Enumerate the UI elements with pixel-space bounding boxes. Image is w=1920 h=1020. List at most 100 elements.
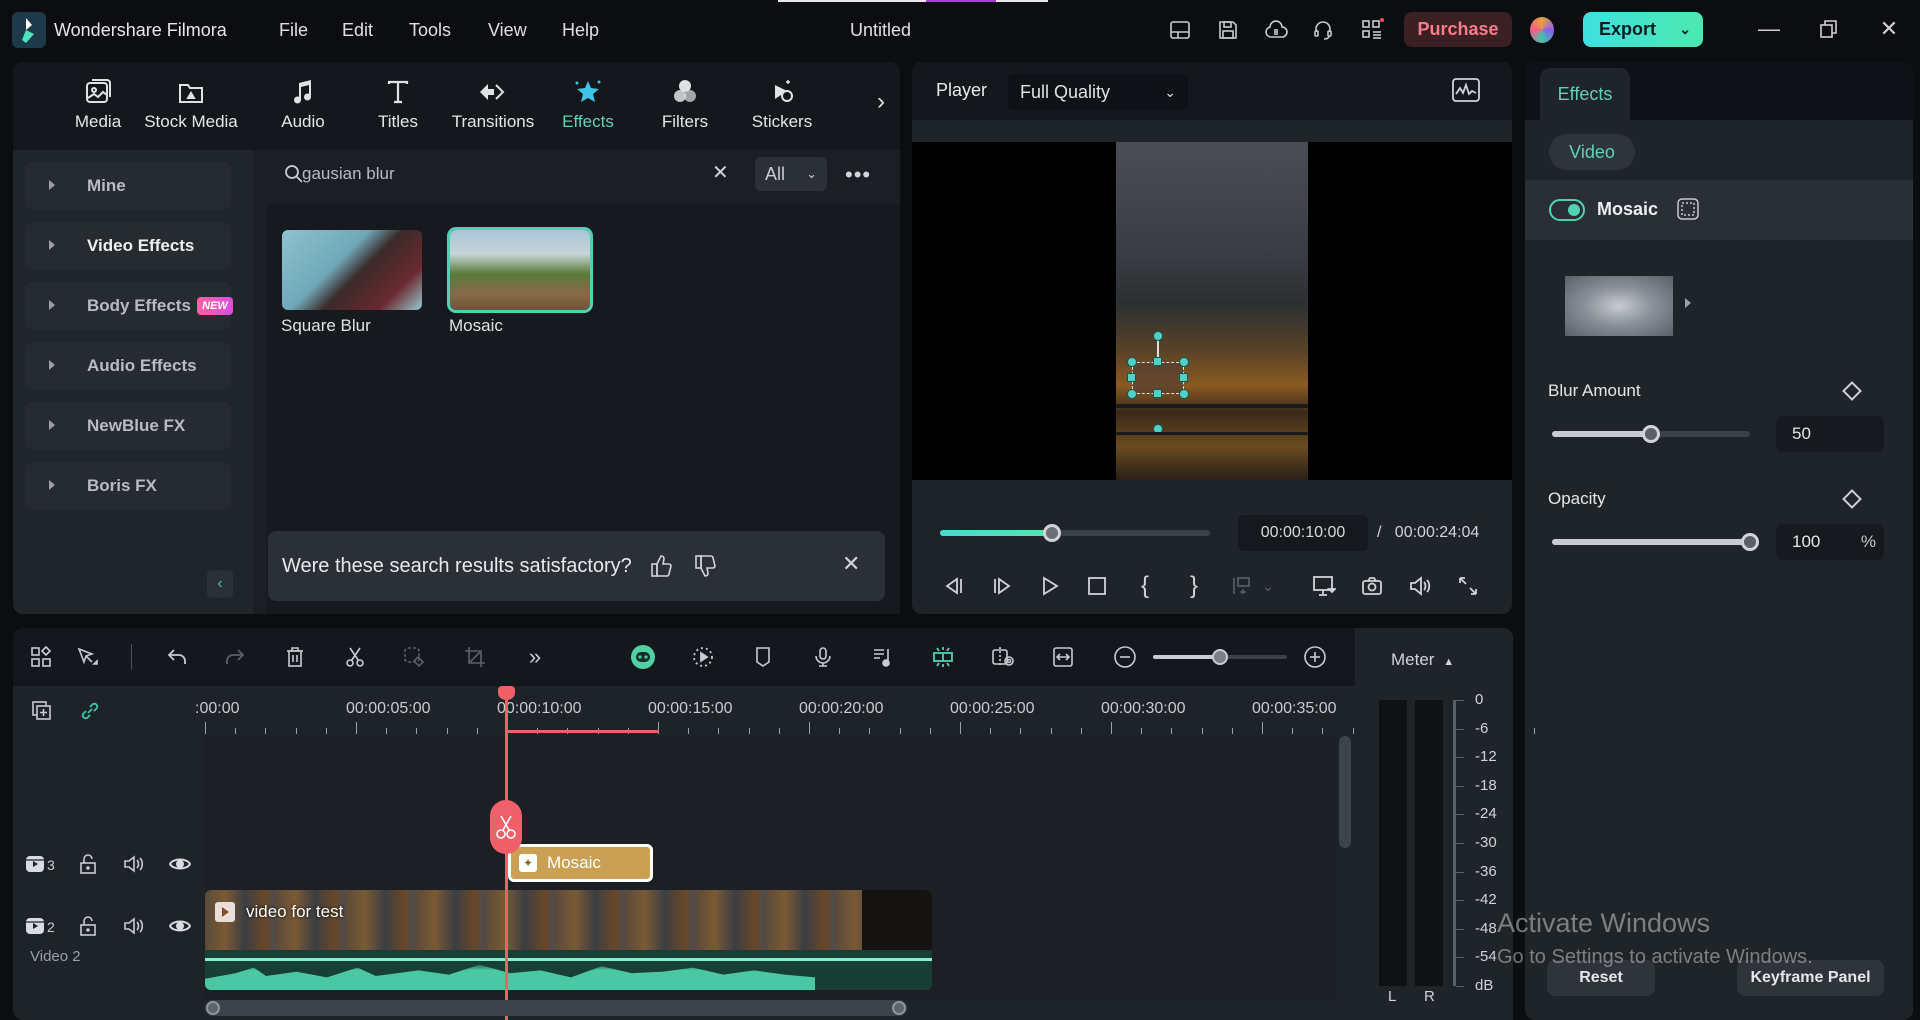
sidebar-item-newblue-fx[interactable]: NewBlue FX <box>25 402 231 450</box>
save-icon[interactable] <box>1216 18 1240 42</box>
mark-in-icon[interactable]: { <box>1131 572 1159 600</box>
sidebar-item-mine[interactable]: Mine <box>25 162 231 210</box>
volume-icon[interactable] <box>1406 572 1434 600</box>
resize-handle[interactable] <box>1153 389 1162 398</box>
meter-toggle[interactable]: Meter ▲ <box>1391 650 1454 670</box>
thumbs-down-icon[interactable] <box>694 553 718 579</box>
track-volume-icon[interactable] <box>123 854 145 874</box>
lock-icon[interactable] <box>79 854 97 874</box>
render-preview-icon[interactable] <box>989 643 1017 671</box>
auto-reframe-icon[interactable] <box>689 643 717 671</box>
close-icon[interactable]: ✕ <box>1874 16 1904 42</box>
playback-progress[interactable] <box>940 524 1210 542</box>
snapshot-icon[interactable] <box>1358 572 1386 600</box>
scroll-handle-right[interactable] <box>892 1001 906 1015</box>
minimize-icon[interactable]: — <box>1754 16 1784 42</box>
track-volume-icon[interactable] <box>123 916 145 936</box>
zoom-in-icon[interactable] <box>1301 643 1329 671</box>
link-icon[interactable] <box>79 700 101 722</box>
fullscreen-icon[interactable] <box>1454 572 1482 600</box>
preview-play-icon[interactable] <box>1685 298 1691 308</box>
timeline-vertical-scrollbar[interactable] <box>1339 736 1351 848</box>
resize-handle[interactable] <box>1127 389 1137 399</box>
microphone-icon[interactable] <box>809 643 837 671</box>
more-options-icon[interactable]: ••• <box>845 162 871 188</box>
tab-filters[interactable]: Filters <box>645 76 725 132</box>
audio-beat-icon[interactable] <box>869 643 897 671</box>
next-frame-icon[interactable] <box>988 572 1016 600</box>
resize-handle[interactable] <box>1179 357 1189 367</box>
fit-timeline-icon[interactable] <box>1049 643 1077 671</box>
slider-knob[interactable] <box>1741 533 1759 551</box>
select-tool-icon[interactable] <box>73 643 101 671</box>
export-button[interactable]: Export ⌄ <box>1583 12 1703 47</box>
resize-handle[interactable] <box>1153 357 1162 366</box>
menu-edit[interactable]: Edit <box>342 20 373 41</box>
tab-titles[interactable]: Titles <box>358 76 438 132</box>
sidebar-item-body-effects[interactable]: Body Effects NEW <box>25 282 233 330</box>
collapse-sidebar-icon[interactable]: ‹ <box>207 570 233 598</box>
menu-view[interactable]: View <box>488 20 527 41</box>
close-feedback-icon[interactable]: ✕ <box>842 551 860 577</box>
keyframe-diamond-icon[interactable] <box>1842 489 1862 509</box>
prev-frame-icon[interactable] <box>940 572 968 600</box>
clear-search-icon[interactable]: ✕ <box>712 160 729 185</box>
current-timecode[interactable]: 00:00:10:00 <box>1238 515 1368 551</box>
resize-handle[interactable] <box>1179 373 1188 382</box>
filter-dropdown[interactable]: All ⌄ <box>755 157 827 191</box>
thumbs-up-icon[interactable] <box>650 553 674 579</box>
delete-icon[interactable] <box>281 643 309 671</box>
tab-stickers[interactable]: Stickers <box>739 76 825 132</box>
opacity-input[interactable]: 100 % <box>1776 524 1884 560</box>
layout-icon[interactable] <box>1168 18 1192 42</box>
effect-thumbnail-square-blur[interactable] <box>282 230 422 310</box>
snap-icon[interactable] <box>929 643 957 671</box>
lock-icon[interactable] <box>79 916 97 936</box>
support-icon[interactable] <box>1311 18 1335 42</box>
progress-knob[interactable] <box>1043 524 1062 542</box>
mark-out-icon[interactable]: } <box>1180 572 1208 600</box>
tab-effects[interactable]: Effects <box>548 76 628 132</box>
scopes-icon[interactable] <box>1452 78 1480 102</box>
chevron-down-icon[interactable]: ⌄ <box>1679 12 1691 47</box>
resize-handle[interactable] <box>1127 357 1137 367</box>
rotate-handle[interactable] <box>1153 331 1163 341</box>
purchase-button[interactable]: Purchase <box>1404 12 1512 47</box>
avatar[interactable] <box>1530 17 1554 43</box>
blur-amount-input[interactable]: 50 <box>1776 416 1884 452</box>
display-icon[interactable] <box>1310 572 1338 600</box>
video-viewer[interactable] <box>912 142 1512 480</box>
timeline-ruler[interactable]: :00:00 00:00:05:00 00:00:10:00 00:00:15:00 0… <box>195 686 1535 736</box>
cloud-icon[interactable] <box>1264 18 1288 42</box>
mask-region-icon[interactable] <box>1677 198 1699 220</box>
apps-icon[interactable] <box>1360 18 1384 42</box>
menu-tools[interactable]: Tools <box>409 20 451 41</box>
blur-amount-slider[interactable] <box>1552 425 1750 443</box>
split-at-playhead-button[interactable] <box>490 800 522 854</box>
slider-knob[interactable] <box>1642 425 1660 443</box>
opacity-slider[interactable] <box>1552 533 1759 551</box>
video-frame[interactable] <box>1116 142 1308 480</box>
restore-icon[interactable] <box>1814 16 1844 42</box>
effect-toggle[interactable] <box>1549 199 1585 221</box>
playhead-handle[interactable] <box>498 686 515 700</box>
zoom-slider-knob[interactable] <box>1212 649 1228 665</box>
marker-icon[interactable] <box>749 643 777 671</box>
menu-help[interactable]: Help <box>562 20 599 41</box>
layout-grid-icon[interactable] <box>27 643 55 671</box>
resize-handle[interactable] <box>1179 389 1189 399</box>
effect-thumbnail-mosaic[interactable] <box>447 227 593 313</box>
menu-file[interactable]: File <box>279 20 308 41</box>
undo-icon[interactable] <box>163 643 191 671</box>
ai-copilot-icon[interactable] <box>629 643 657 671</box>
eye-icon[interactable] <box>169 854 191 874</box>
tabs-next-icon[interactable]: › <box>871 88 891 116</box>
add-track-icon[interactable] <box>31 700 53 722</box>
sidebar-item-video-effects[interactable]: Video Effects <box>25 222 231 270</box>
eye-icon[interactable] <box>169 916 191 936</box>
more-tools-icon[interactable]: » <box>521 643 549 671</box>
tab-stock-media[interactable]: Stock Media <box>136 76 246 132</box>
tab-transitions[interactable]: Transitions <box>443 76 543 132</box>
timeline-zoom-slider[interactable] <box>1153 649 1287 665</box>
search-input[interactable]: gausian blur <box>302 164 395 184</box>
